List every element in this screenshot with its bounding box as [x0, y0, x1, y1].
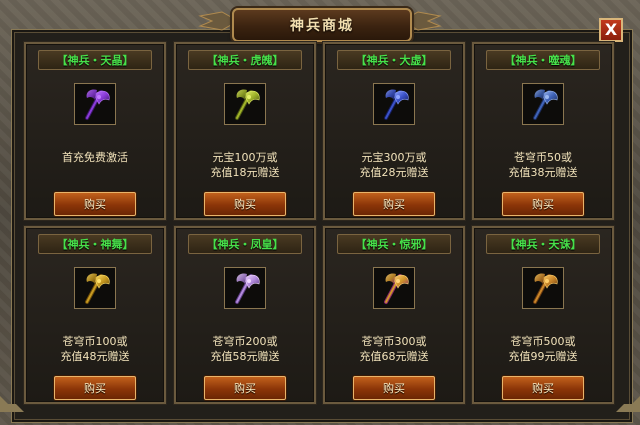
buy-button[interactable]: 购买 — [502, 376, 584, 400]
price-line-1: 苍穹币100或 — [62, 335, 128, 348]
window-title-plate: 神兵商城 — [232, 8, 412, 42]
weapon-icon-slot[interactable] — [373, 83, 415, 125]
window-title: 神兵商城 — [290, 18, 354, 34]
price-line-2: 充值38元赠送 — [508, 166, 578, 179]
price-line-2: 充值58元赠送 — [210, 350, 280, 363]
price-line-1: 元宝100万或 — [212, 151, 278, 164]
axe-weapon-icon — [374, 268, 414, 308]
buy-button[interactable]: 购买 — [204, 376, 286, 400]
weapon-icon-slot[interactable] — [74, 83, 116, 125]
weapon-card: 【神兵・噬魂】 苍穹币50或 充值38元赠送 购买 — [472, 42, 614, 220]
axe-weapon-icon — [225, 84, 265, 124]
weapon-icon-slot[interactable] — [522, 83, 564, 125]
weapon-name: 【神兵・天诛】 — [486, 234, 600, 254]
price-line-1: 苍穹币500或 — [510, 335, 576, 348]
weapon-name: 【神兵・凤皇】 — [188, 234, 302, 254]
weapon-name: 【神兵・神舞】 — [38, 234, 152, 254]
weapon-price-description: 元宝300万或 充值28元赠送 — [325, 150, 463, 180]
weapon-price-description: 苍穹币100或 充值48元赠送 — [26, 334, 164, 364]
weapon-card: 【神兵・天诛】 苍穹币500或 充值99元赠送 购买 — [472, 226, 614, 404]
weapon-name: 【神兵・噬魂】 — [486, 50, 600, 70]
price-line-1: 苍穹币300或 — [361, 335, 427, 348]
buy-button[interactable]: 购买 — [204, 192, 286, 216]
close-button[interactable]: X — [599, 18, 623, 42]
axe-weapon-icon — [225, 268, 265, 308]
corner-ornament-br — [616, 396, 640, 412]
weapon-icon-slot[interactable] — [522, 267, 564, 309]
weapon-icon-slot[interactable] — [224, 267, 266, 309]
price-line-2: 充值99元赠送 — [508, 350, 578, 363]
weapon-card: 【神兵・天晶】 首充免费激活 购买 — [24, 42, 166, 220]
weapon-price-description: 苍穹币50或 充值38元赠送 — [474, 150, 612, 180]
axe-weapon-icon — [75, 268, 115, 308]
weapon-price-description: 首充免费激活 — [26, 150, 164, 165]
price-line-1: 元宝300万或 — [361, 151, 427, 164]
buy-button[interactable]: 购买 — [502, 192, 584, 216]
price-line-2: 充值18元赠送 — [210, 166, 280, 179]
weapon-price-description: 苍穹币500或 充值99元赠送 — [474, 334, 612, 364]
weapon-card: 【神兵・惊邪】 苍穹币300或 充值68元赠送 购买 — [323, 226, 465, 404]
weapon-price-description: 苍穹币300或 充值68元赠送 — [325, 334, 463, 364]
price-line-1: 苍穹币50或 — [514, 151, 572, 164]
axe-weapon-icon — [523, 268, 563, 308]
weapon-name: 【神兵・天晶】 — [38, 50, 152, 70]
price-line-1: 苍穹币200或 — [212, 335, 278, 348]
weapon-card: 【神兵・大虚】 元宝300万或 充值28元赠送 购买 — [323, 42, 465, 220]
price-line-2: 充值68元赠送 — [359, 350, 429, 363]
buy-button[interactable]: 购买 — [54, 192, 136, 216]
price-line-1: 首充免费激活 — [62, 151, 128, 164]
axe-weapon-icon — [75, 84, 115, 124]
weapon-icon-slot[interactable] — [224, 83, 266, 125]
weapon-price-description: 元宝100万或 充值18元赠送 — [176, 150, 314, 180]
weapon-name: 【神兵・虎魄】 — [188, 50, 302, 70]
axe-weapon-icon — [523, 84, 563, 124]
close-icon: X — [604, 20, 618, 39]
buy-button[interactable]: 购买 — [353, 376, 435, 400]
weapon-icon-slot[interactable] — [74, 267, 116, 309]
weapon-card: 【神兵・凤皇】 苍穹币200或 充值58元赠送 购买 — [174, 226, 316, 404]
weapon-price-description: 苍穹币200或 充值58元赠送 — [176, 334, 314, 364]
weapon-name: 【神兵・大虚】 — [337, 50, 451, 70]
buy-button[interactable]: 购买 — [54, 376, 136, 400]
weapon-card: 【神兵・虎魄】 元宝100万或 充值18元赠送 购买 — [174, 42, 316, 220]
weapon-name: 【神兵・惊邪】 — [337, 234, 451, 254]
price-line-2: 充值48元赠送 — [60, 350, 130, 363]
price-line-2: 充值28元赠送 — [359, 166, 429, 179]
weapon-card: 【神兵・神舞】 苍穹币100或 充值48元赠送 购买 — [24, 226, 166, 404]
weapon-icon-slot[interactable] — [373, 267, 415, 309]
axe-weapon-icon — [374, 84, 414, 124]
buy-button[interactable]: 购买 — [353, 192, 435, 216]
corner-ornament-bl — [0, 396, 24, 412]
